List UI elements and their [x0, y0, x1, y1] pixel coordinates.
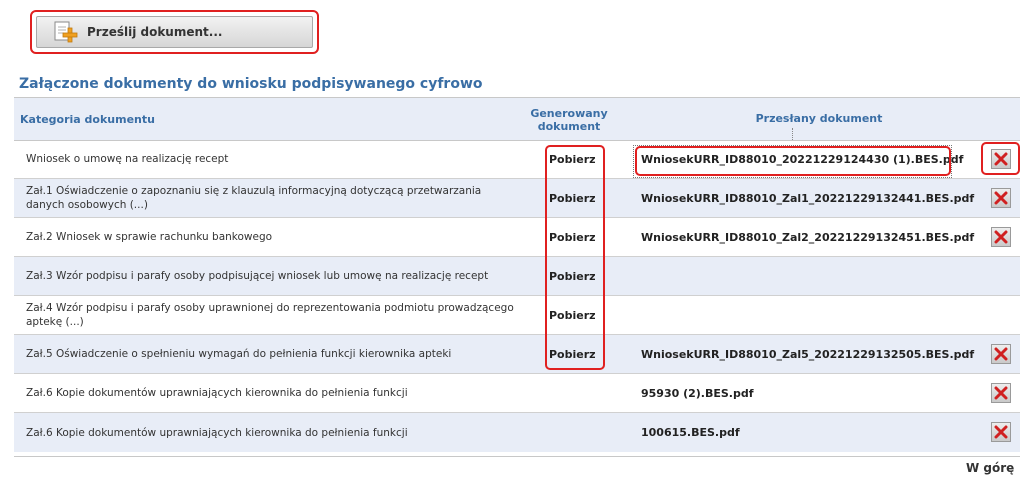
table-row: Zał.4 Wzór podpisu i parafy osoby uprawn…: [14, 296, 1020, 335]
uploaded-file-link[interactable]: WniosekURR_ID88010_Zal2_20221229132451.B…: [641, 218, 974, 256]
uploaded-file-link[interactable]: 95930 (2).BES.pdf: [641, 374, 754, 412]
delete-x-icon: [994, 152, 1008, 166]
delete-button[interactable]: [991, 149, 1011, 169]
table-row: Zał.5 Oświadczenie o spełnieniu wymagań …: [14, 335, 1020, 374]
delete-button[interactable]: [991, 227, 1011, 247]
download-link[interactable]: Pobierz: [549, 218, 596, 256]
section-title: Załączone dokumenty do wniosku podpisywa…: [19, 76, 483, 92]
download-link[interactable]: Pobierz: [549, 257, 596, 295]
documents-table: Kategoria dokumentu Generowany dokument …: [14, 97, 1020, 457]
download-link[interactable]: Pobierz: [549, 140, 596, 178]
uploaded-file-link[interactable]: WniosekURR_ID88010_Zal5_20221229132505.B…: [641, 335, 974, 373]
delete-x-icon: [994, 230, 1008, 244]
header-uploaded: Przesłany dokument: [755, 112, 883, 125]
row-category: Zał.1 Oświadczenie o zapoznaniu się z kl…: [26, 185, 482, 211]
row-category: Zał.6 Kopie dokumentów uprawniających ki…: [26, 426, 408, 439]
delete-x-icon: [994, 191, 1008, 205]
upload-button-highlight: Prześlij dokument...: [30, 10, 319, 54]
uploaded-file-link[interactable]: WniosekURR_ID88010_Zal1_20221229132441.B…: [641, 179, 974, 217]
row-category: Zał.2 Wniosek w sprawie rachunku bankowe…: [26, 231, 273, 243]
back-to-top-link[interactable]: W górę: [966, 461, 1014, 475]
delete-button[interactable]: [991, 383, 1011, 403]
delete-x-icon: [994, 425, 1008, 439]
header-divider: [792, 128, 793, 140]
delete-x-icon: [994, 386, 1008, 400]
table-row: Zał.3 Wzór podpisu i parafy osoby podpis…: [14, 257, 1020, 296]
row-category: Zał.6 Kopie dokumentów uprawniających ki…: [26, 387, 408, 399]
download-link[interactable]: Pobierz: [549, 335, 596, 373]
row-category: Zał.3 Wzór podpisu i parafy osoby podpis…: [26, 270, 489, 282]
table-row: Zał.6 Kopie dokumentów uprawniających ki…: [14, 413, 1020, 452]
table-row: Wniosek o umowę na realizację recept Pob…: [14, 140, 1020, 179]
uploaded-file-link[interactable]: WniosekURR_ID88010_20221229124430 (1).BE…: [641, 140, 963, 178]
delete-x-icon: [994, 347, 1008, 361]
table-header: Kategoria dokumentu Generowany dokument …: [14, 98, 1020, 141]
row-category: Zał.4 Wzór podpisu i parafy osoby uprawn…: [26, 302, 514, 328]
download-link[interactable]: Pobierz: [549, 296, 596, 334]
row-category: Zał.5 Oświadczenie o spełnieniu wymagań …: [26, 348, 452, 360]
row-category: Wniosek o umowę na realizację recept: [26, 153, 229, 165]
upload-button-label: Prześlij dokument...: [87, 25, 223, 39]
header-generated: Generowany dokument: [530, 107, 608, 133]
delete-button[interactable]: [991, 344, 1011, 364]
table-row: Zał.2 Wniosek w sprawie rachunku bankowe…: [14, 218, 1020, 257]
delete-button[interactable]: [991, 188, 1011, 208]
add-document-icon: [53, 20, 79, 44]
table-row: Zał.1 Oświadczenie o zapoznaniu się z kl…: [14, 179, 1020, 218]
download-link[interactable]: Pobierz: [549, 179, 596, 217]
header-category: Kategoria dokumentu: [20, 113, 155, 126]
upload-document-button[interactable]: Prześlij dokument...: [36, 16, 313, 48]
table-row: Zał.6 Kopie dokumentów uprawniających ki…: [14, 374, 1020, 413]
delete-button[interactable]: [991, 422, 1011, 442]
uploaded-file-link[interactable]: 100615.BES.pdf: [641, 413, 740, 452]
